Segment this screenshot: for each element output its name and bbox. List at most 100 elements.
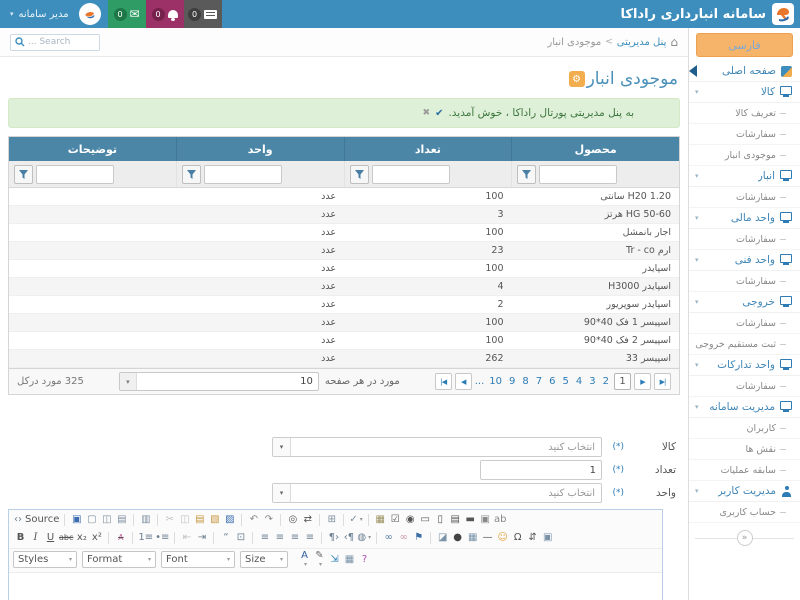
editor-content-area[interactable] [9,572,662,600]
sidebar-subitem[interactable]: تعریف کالا [689,103,800,124]
link-button[interactable]: ∞ [381,531,396,546]
radio-button[interactable]: ◉ [403,513,418,528]
avatar[interactable] [79,3,101,25]
pager-current-page[interactable]: 1 [614,373,631,390]
spell-check-button[interactable]: ✓▾ [348,513,363,528]
table-row[interactable]: اسپیسر 2 فک 40*90100عدد [9,332,679,350]
styles-select[interactable]: Styles ▾ [13,551,77,568]
sidebar-subitem[interactable]: سفارشات [689,271,800,292]
pager-page-link[interactable]: 8 [520,376,530,387]
size-select[interactable]: Size ▾ [240,551,288,568]
page-break-button[interactable]: ⇵ [525,531,540,546]
column-header[interactable]: محصول [511,137,679,161]
table-button[interactable]: ▦ [465,531,480,546]
table-row[interactable]: اسپایدر100عدد [9,260,679,278]
paste-button[interactable]: ▤ [192,513,207,528]
horizontal-rule-button[interactable]: — [480,531,495,546]
column-header[interactable]: تعداد [344,137,512,161]
table-row[interactable]: اسپیسر 33262عدد [9,350,679,368]
image-button-button[interactable]: ▣ [478,513,493,528]
paste-word-button[interactable]: ▨ [222,513,237,528]
table-row[interactable]: HG 50-60 هرتز3عدد [9,206,679,224]
iframe-button[interactable]: ▣ [540,531,555,546]
gear-badge[interactable]: ⚙ [569,71,585,87]
filter-input[interactable] [204,165,282,184]
language-button[interactable]: فارسی [696,33,793,57]
select-all-button[interactable]: ⊞ [324,513,339,528]
sidebar-subitem[interactable]: سابقه عملیات [689,460,800,481]
pager-prev-button[interactable]: ▶ [634,373,651,390]
background-color-button[interactable]: ✎▾ [312,552,327,567]
pager-page-link[interactable]: 5 [561,376,571,387]
pager-page-link[interactable]: 3 [587,376,597,387]
italic-button[interactable]: I [28,531,43,546]
unit-select[interactable]: انتخاب کنید ▾ [272,483,602,503]
home-icon[interactable]: ⌂ [670,36,678,48]
search-input[interactable] [28,37,95,47]
sidebar-subitem[interactable]: نقش ها [689,439,800,460]
pager-page-link[interactable]: 9 [507,376,517,387]
decrease-indent-button[interactable]: ⇤ [179,531,194,546]
form-button[interactable]: ▦ [373,513,388,528]
language-button[interactable]: ◍▾ [356,531,372,546]
hidden-field-button[interactable]: ab [493,513,508,528]
table-row[interactable]: اسپایدر سوپریور2عدد [9,296,679,314]
pager-page-link[interactable]: 2 [601,376,611,387]
bold-button[interactable]: B [13,531,28,546]
messages-button[interactable]: 0 ✉ [108,0,146,28]
text-color-button[interactable]: A▾ [297,552,312,567]
sidebar-subitem[interactable]: ثبت مستقیم خروجی [689,334,800,355]
justify-button[interactable]: ≡ [302,531,317,546]
align-left-button[interactable]: ≡ [257,531,272,546]
superscript-button[interactable]: x² [89,531,104,546]
table-row[interactable]: اجار بانمشل100عدد [9,224,679,242]
numbered-list-button[interactable]: 1≡ [137,531,154,546]
select-field-button[interactable]: ▤ [448,513,463,528]
remove-format-button[interactable]: A [113,531,128,546]
sidebar-subitem[interactable]: سفارشات [689,187,800,208]
font-select[interactable]: Font ▾ [161,551,235,568]
print-button[interactable]: ▤ [114,513,129,528]
blockquote-button[interactable]: “ [218,531,233,546]
filter-funnel-button[interactable] [350,165,369,184]
sidebar-collapse-button[interactable]: « [737,530,753,546]
bulleted-list-button[interactable]: •≡ [154,531,170,546]
table-row[interactable]: ارم Tr - co23عدد [9,242,679,260]
unlink-button[interactable]: ∞ [396,531,411,546]
sidebar-subitem[interactable]: موجودی انبار [689,145,800,166]
show-blocks-button[interactable]: ▦ [342,552,357,567]
sidebar-item[interactable]: مدیریت کاربر▾ [689,481,800,502]
form-button-button[interactable]: ▬ [463,513,478,528]
quantity-input[interactable] [480,460,602,480]
column-header[interactable]: واحد [176,137,344,161]
cut-button[interactable]: ✂ [162,513,177,528]
textarea-button[interactable]: ▯ [433,513,448,528]
about-button[interactable]: ? [357,552,372,567]
pager-page-link[interactable]: 10 [487,376,504,387]
sidebar-subitem[interactable]: سفارشات [689,376,800,397]
filter-funnel-button[interactable] [182,165,201,184]
copy-button[interactable]: ◫ [177,513,192,528]
anchor-button[interactable]: ⚑ [411,531,426,546]
pager-next-button[interactable]: ◀ [455,373,472,390]
pager-page-link[interactable]: 7 [534,376,544,387]
filter-input[interactable] [36,165,114,184]
increase-indent-button[interactable]: ⇥ [194,531,209,546]
sidebar-item[interactable]: کالا▾ [689,82,800,103]
smiley-button[interactable]: ☺ [495,531,510,546]
table-row[interactable]: اسپیسر 1 فک 40*90100عدد [9,314,679,332]
filter-input[interactable] [539,165,617,184]
redo-button[interactable]: ↷ [261,513,276,528]
paste-text-button[interactable]: ▧ [207,513,222,528]
filter-funnel-button[interactable] [14,165,33,184]
sidebar-item[interactable]: واحد فنی▾ [689,250,800,271]
preview-button[interactable]: ◫ [99,513,114,528]
breadcrumb-link[interactable]: پنل مدیریتی [617,37,667,48]
format-select[interactable]: Format ▾ [82,551,156,568]
per-page-select[interactable]: 10 ▾ [119,372,319,391]
filter-input[interactable] [372,165,450,184]
sidebar-item[interactable]: انبار▾ [689,166,800,187]
close-icon[interactable]: ✖ [423,108,431,118]
sidebar-item[interactable]: مدیریت سامانه▾ [689,397,800,418]
new-page-button[interactable]: ▢ [84,513,99,528]
